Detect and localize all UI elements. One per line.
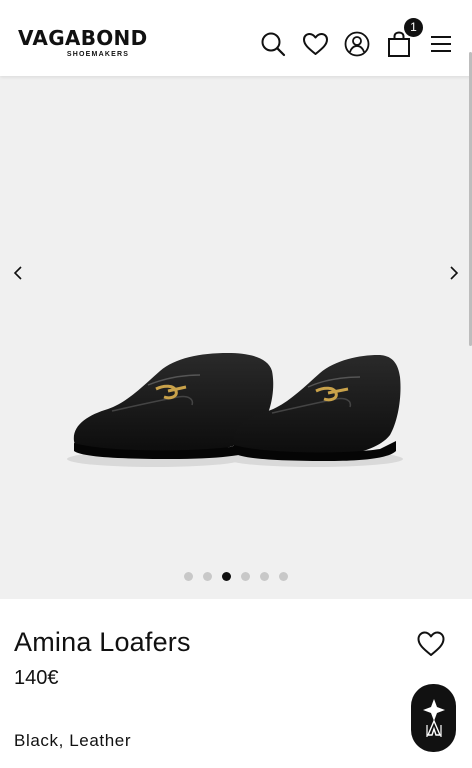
gallery-dot-1[interactable] <box>184 572 193 581</box>
product-price: 140€ <box>14 667 59 689</box>
gallery-dot-6[interactable] <box>279 572 288 581</box>
gallery-dot-2[interactable] <box>203 572 212 581</box>
shopping-assistant-button[interactable] <box>411 684 456 752</box>
next-image-arrow-icon[interactable] <box>442 261 466 285</box>
wishlist-heart-icon[interactable] <box>300 29 330 59</box>
gallery-dot-5[interactable] <box>260 572 269 581</box>
account-user-icon[interactable] <box>342 29 372 59</box>
assistant-logo-icon <box>422 699 445 737</box>
product-title: Amina Loafers <box>14 627 191 657</box>
product-image-gallery[interactable] <box>0 76 472 599</box>
site-header: VAGABOND SHOEMAKERS 1 <box>0 0 472 76</box>
add-to-wishlist-heart-icon[interactable] <box>416 630 448 660</box>
previous-image-arrow-icon[interactable] <box>6 261 30 285</box>
product-color-material: Black, Leather <box>14 731 132 750</box>
brand-name: VAGABOND <box>18 26 148 50</box>
brand-tagline: SHOEMAKERS <box>66 51 130 58</box>
gallery-dot-4[interactable] <box>241 572 250 581</box>
menu-icon[interactable] <box>426 29 456 59</box>
brand-logo[interactable]: VAGABOND SHOEMAKERS <box>18 28 178 58</box>
product-image-loafers <box>67 353 403 467</box>
cart-count-badge: 1 <box>404 18 423 37</box>
search-icon[interactable] <box>258 29 288 59</box>
gallery-pagination-dots <box>0 572 472 581</box>
gallery-dot-3-active[interactable] <box>222 572 231 581</box>
